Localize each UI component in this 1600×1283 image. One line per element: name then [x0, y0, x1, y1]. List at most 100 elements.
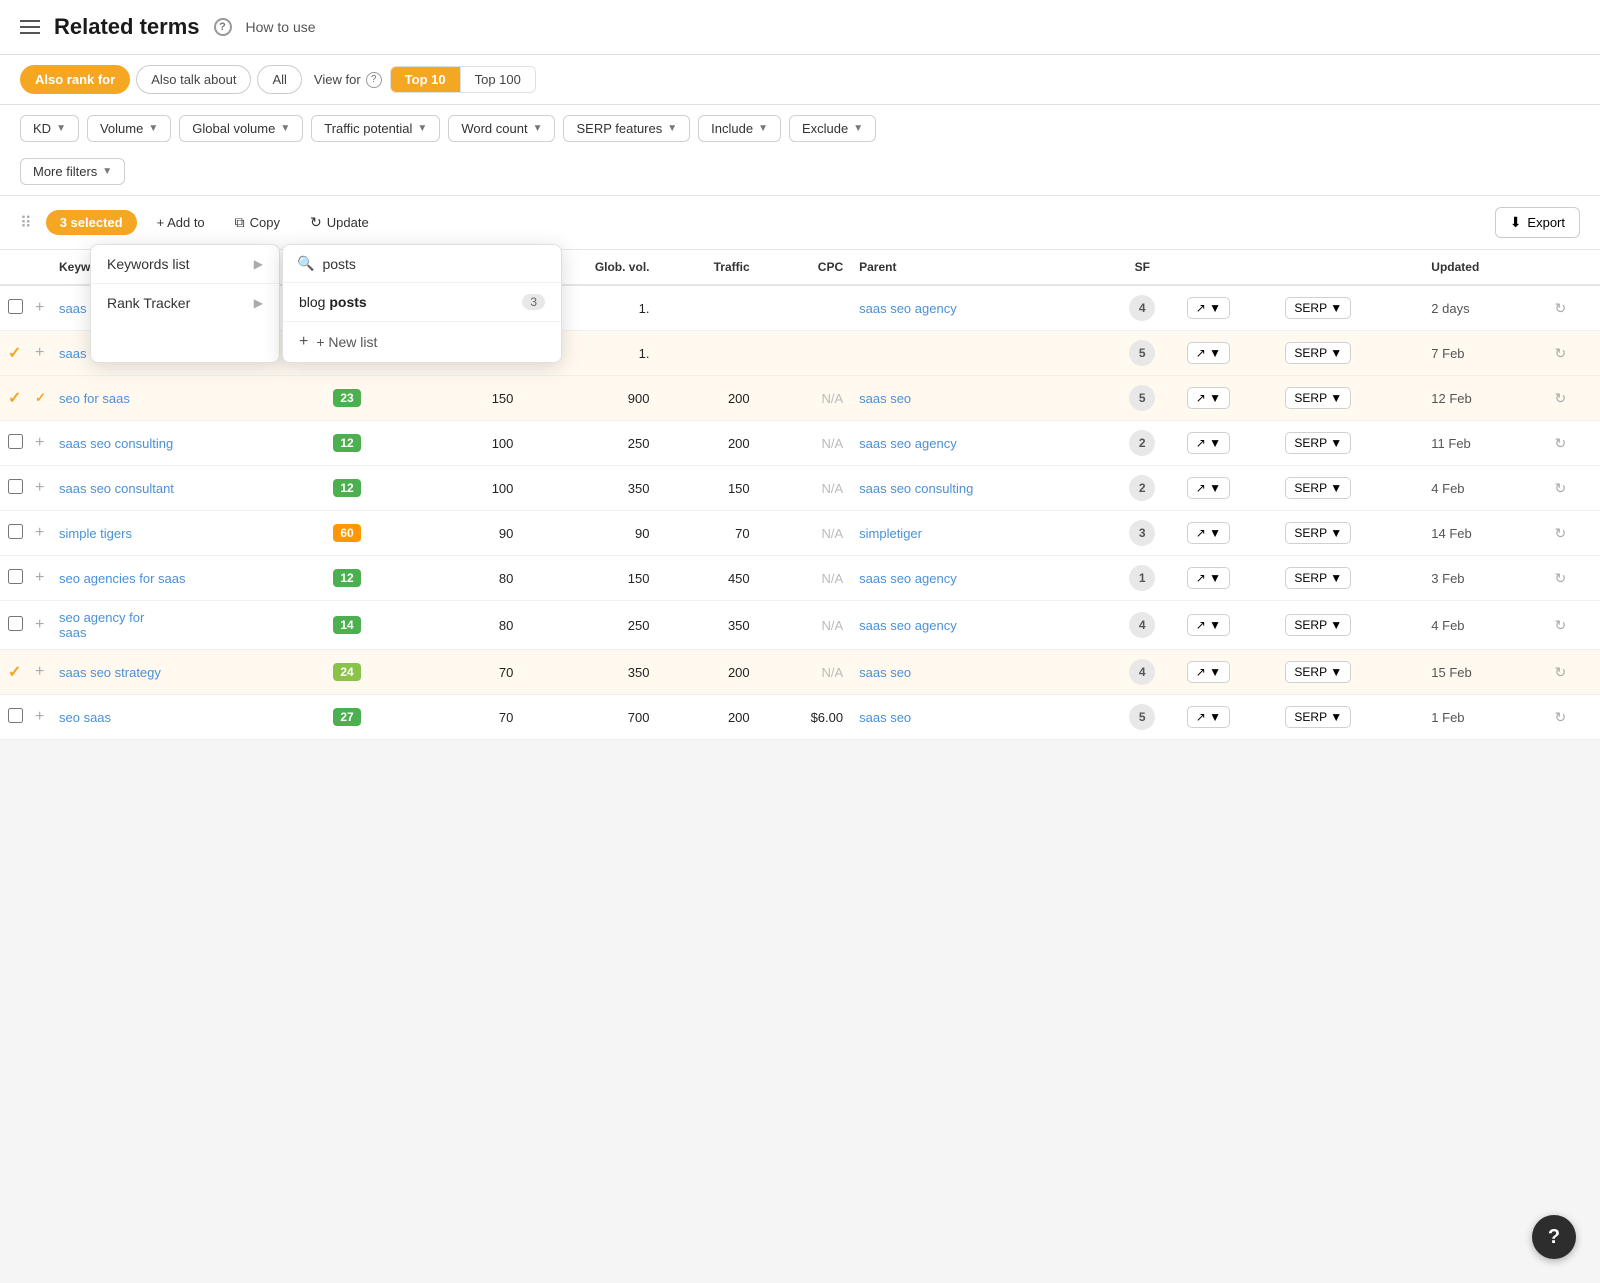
refresh-icon[interactable]: ↻ [1555, 480, 1567, 496]
plus-btn[interactable]: + [35, 708, 44, 725]
parent-link[interactable]: saas seo [859, 710, 911, 725]
serp-button[interactable]: SERP ▼ [1285, 522, 1351, 544]
keyword-link[interactable]: seo for saas [59, 391, 130, 406]
refresh-icon[interactable]: ↻ [1555, 300, 1567, 316]
trend-button[interactable]: ↗ ▼ [1187, 567, 1230, 589]
filter-serp-features[interactable]: SERP features ▼ [563, 115, 690, 142]
trend-button[interactable]: ↗ ▼ [1187, 661, 1230, 683]
parent-link[interactable]: saas seo consulting [859, 481, 973, 496]
plus-btn[interactable]: + [35, 344, 44, 361]
tab-all[interactable]: All [257, 65, 301, 94]
search-result-blog-posts[interactable]: blog posts 3 [283, 283, 561, 321]
copy-button[interactable]: ⧉ Copy [225, 209, 290, 236]
refresh-icon[interactable]: ↻ [1555, 570, 1567, 586]
sf-badge: 3 [1129, 520, 1155, 546]
menu-item-rank-tracker[interactable]: Rank Tracker ▶ [91, 283, 279, 322]
trend-button[interactable]: ↗ ▼ [1187, 614, 1230, 636]
keyword-link[interactable]: seo saas [59, 710, 111, 725]
parent-link[interactable]: simpletiger [859, 526, 922, 541]
refresh-icon[interactable]: ↻ [1555, 435, 1567, 451]
tab-also-talk-about[interactable]: Also talk about [136, 65, 251, 94]
export-icon: ⬇ [1510, 214, 1522, 231]
table-row: + saas seo consulting 12 100 250 200 N/A… [0, 421, 1600, 466]
refresh-icon[interactable]: ↻ [1555, 617, 1567, 633]
serp-button[interactable]: SERP ▼ [1285, 297, 1351, 319]
row-checkbox[interactable] [8, 569, 23, 584]
export-button[interactable]: ⬇ Export [1495, 207, 1580, 238]
keyword-link[interactable]: seo agency forsaas [59, 610, 144, 640]
serp-button[interactable]: SERP ▼ [1285, 661, 1351, 683]
row-checkbox[interactable] [8, 434, 23, 449]
plus-btn[interactable]: + [35, 479, 44, 496]
plus-btn[interactable]: + [35, 434, 44, 451]
table-row: ✓ ✓ seo for saas 23 150 900 200 N/A saas… [0, 376, 1600, 421]
trend-button[interactable]: ↗ ▼ [1187, 522, 1230, 544]
plus-btn[interactable]: + [35, 663, 44, 680]
tab-also-rank-for[interactable]: Also rank for [20, 65, 130, 94]
serp-button[interactable]: SERP ▼ [1285, 387, 1351, 409]
filter-exclude[interactable]: Exclude ▼ [789, 115, 876, 142]
filter-traffic-potential[interactable]: Traffic potential ▼ [311, 115, 440, 142]
plus-btn[interactable]: + [35, 616, 44, 633]
row-checkbox[interactable] [8, 479, 23, 494]
how-to-use-link[interactable]: How to use [246, 19, 316, 35]
plus-btn[interactable]: + [35, 299, 44, 316]
top10-tab[interactable]: Top 10 [391, 67, 460, 92]
row-checkbox[interactable] [8, 616, 23, 631]
parent-link[interactable]: saas seo [859, 391, 911, 406]
parent-link[interactable]: saas seo agency [859, 436, 957, 451]
parent-link[interactable]: saas seo agency [859, 301, 957, 316]
update-button[interactable]: ↻ Update [300, 209, 379, 236]
parent-link[interactable]: saas seo agency [859, 571, 957, 586]
trend-button[interactable]: ↗ ▼ [1187, 297, 1230, 319]
update-icon: ↻ [310, 214, 322, 231]
filter-more[interactable]: More filters ▼ [20, 158, 125, 185]
chevron-right-icon-2: ▶ [254, 296, 263, 310]
trend-button[interactable]: ↗ ▼ [1187, 387, 1230, 409]
filter-kd[interactable]: KD ▼ [20, 115, 79, 142]
row-checkbox[interactable] [8, 524, 23, 539]
parent-link[interactable]: saas seo [859, 665, 911, 680]
filter-include[interactable]: Include ▼ [698, 115, 781, 142]
keyword-link[interactable]: simple tigers [59, 526, 132, 541]
filter-global-volume[interactable]: Global volume ▼ [179, 115, 303, 142]
top100-tab[interactable]: Top 100 [460, 67, 535, 92]
serp-button[interactable]: SERP ▼ [1285, 477, 1351, 499]
keyword-link[interactable]: seo agencies for saas [59, 571, 185, 586]
serp-button[interactable]: SERP ▼ [1285, 706, 1351, 728]
keyword-link[interactable]: saas seo consulting [59, 436, 173, 451]
kd-badge: 24 [333, 663, 360, 681]
hamburger-menu[interactable] [20, 20, 40, 34]
keyword-link[interactable]: saas seo strategy [59, 665, 161, 680]
plus-btn[interactable]: + [35, 569, 44, 586]
menu-item-keywords-list[interactable]: Keywords list ▶ [91, 245, 279, 283]
trend-button[interactable]: ↗ ▼ [1187, 477, 1230, 499]
new-list-row[interactable]: + + New list [283, 321, 561, 362]
row-checkbox[interactable] [8, 708, 23, 723]
trend-button[interactable]: ↗ ▼ [1187, 342, 1230, 364]
plus-btn[interactable]: + [35, 524, 44, 541]
refresh-icon[interactable]: ↻ [1555, 525, 1567, 541]
help-fab[interactable]: ? [1532, 1215, 1576, 1259]
serp-button[interactable]: SERP ▼ [1285, 432, 1351, 454]
add-to-button[interactable]: + Add to [147, 210, 215, 235]
keyword-link[interactable]: saas seo consultant [59, 481, 174, 496]
refresh-icon[interactable]: ↻ [1555, 345, 1567, 361]
refresh-icon[interactable]: ↻ [1555, 390, 1567, 406]
filter-word-count[interactable]: Word count ▼ [448, 115, 555, 142]
header: Related terms ? How to use [0, 0, 1600, 55]
parent-link[interactable]: saas seo agency [859, 618, 957, 633]
serp-button[interactable]: SERP ▼ [1285, 342, 1351, 364]
check-mark: ✓ [8, 390, 21, 407]
serp-button[interactable]: SERP ▼ [1285, 614, 1351, 636]
trend-button[interactable]: ↗ ▼ [1187, 432, 1230, 454]
search-input[interactable] [322, 256, 547, 272]
kd-badge: 12 [333, 569, 360, 587]
row-checkbox[interactable] [8, 299, 23, 314]
table-row: + simple tigers 60 90 90 70 N/A simpleti… [0, 511, 1600, 556]
serp-button[interactable]: SERP ▼ [1285, 567, 1351, 589]
trend-button[interactable]: ↗ ▼ [1187, 706, 1230, 728]
refresh-icon[interactable]: ↻ [1555, 664, 1567, 680]
refresh-icon[interactable]: ↻ [1555, 709, 1567, 725]
filter-volume[interactable]: Volume ▼ [87, 115, 171, 142]
